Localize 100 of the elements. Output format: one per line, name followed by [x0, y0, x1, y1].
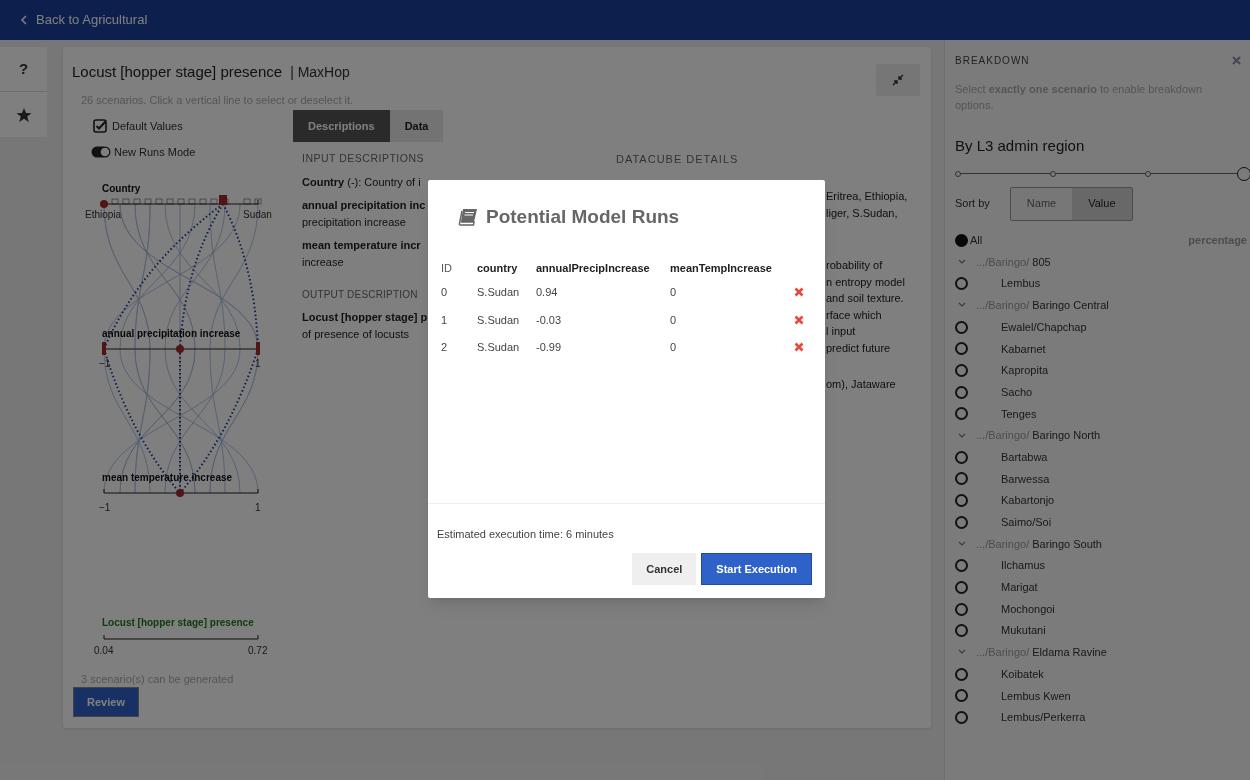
back-link[interactable]: Back to Agricultural [20, 10, 148, 30]
slider-stop[interactable] [955, 170, 961, 177]
radio-button[interactable] [955, 450, 968, 464]
help-button[interactable]: ? [0, 47, 47, 92]
radio-button[interactable] [955, 363, 968, 377]
book-icon [458, 208, 478, 227]
radio-button[interactable] [955, 624, 968, 638]
slider-stop[interactable] [1145, 170, 1151, 177]
table-cell-text: S.Sudan [477, 312, 521, 328]
description-text: robability of n entropy model and soil texture. rface which l input predict future [826, 258, 906, 356]
radio-button[interactable] [955, 342, 968, 356]
sort-label: Sort by [955, 196, 990, 212]
radio-button[interactable] [955, 407, 968, 421]
close-icon [794, 314, 804, 325]
column-header: annualPrecipIncrease [536, 261, 651, 277]
radio-button[interactable] [955, 494, 968, 508]
radio-button[interactable] [955, 710, 968, 724]
radio-button[interactable] [955, 472, 968, 486]
toggle-switch[interactable] [91, 146, 111, 159]
chevron-down-icon[interactable] [958, 302, 966, 309]
chevron-down-icon[interactable] [958, 649, 966, 656]
level-slider[interactable] [955, 166, 1250, 181]
checkbox-label: Default Values [112, 119, 183, 134]
description-text: Country (-): Country of i [302, 174, 421, 190]
item-label: Lembus/Perkerra [1001, 710, 1086, 726]
column-header: meanTempIncrease [670, 261, 773, 277]
chevron-left-icon [20, 15, 27, 25]
radio-button[interactable] [955, 233, 968, 247]
radio-button[interactable] [955, 515, 968, 529]
card-title: Locust [hopper stage] presence [72, 62, 283, 82]
chevron-down-icon[interactable] [958, 540, 966, 547]
remove-button[interactable] [794, 287, 804, 298]
description-text: Locust [hopper stage] p of presence of locusts [302, 310, 428, 342]
close-icon [1232, 56, 1241, 65]
table-cell-text: -0.99 [536, 340, 563, 355]
description-text: om), Jataware [826, 377, 897, 392]
axis-label: annual precipitation increase [102, 327, 241, 341]
table-cell-text: S.Sudan [477, 340, 521, 355]
cancel-button[interactable]: Cancel [632, 553, 697, 585]
item-label: Koibatek [1001, 666, 1044, 682]
axis-label: mean temperature increase [102, 471, 233, 485]
item-label: Bartabwa [1001, 449, 1048, 465]
item-label: Ilchamus [1001, 558, 1046, 574]
start-execution-button[interactable]: Start Execution [701, 553, 812, 585]
section-heading: INPUT DESCRIPTIONS [302, 151, 424, 166]
table-cell-text: 1 [441, 312, 449, 328]
axis-label: Locust [hopper stage] presence [102, 616, 254, 630]
slider-stop[interactable] [1237, 166, 1250, 181]
section-heading: DATACUBE DETAILS [616, 152, 739, 167]
item-label: Mochongoi [1001, 601, 1055, 617]
item-label: Barwessa [1001, 471, 1050, 487]
item-label: Kabartonjo [1001, 493, 1055, 509]
description-text: Eritrea, Ethiopia, liger, S.Sudan, [826, 189, 908, 221]
model-name: | MaxHop [290, 63, 350, 82]
favorites-button[interactable] [0, 92, 47, 137]
slider-stop[interactable] [1050, 170, 1056, 177]
item-label: Kabarnet [1001, 341, 1046, 357]
section-heading: OUTPUT DESCRIPTION [302, 288, 418, 303]
item-label: Lembus Kwen [1001, 688, 1071, 704]
radio-button[interactable] [955, 277, 968, 291]
table-cell-text: 0 [670, 340, 678, 355]
radio-button[interactable] [955, 320, 968, 334]
table-cell-text: S.Sudan [477, 285, 521, 300]
table-cell-text: 2 [441, 340, 449, 355]
description-text: mean temperature incr increase [302, 238, 421, 270]
level-title: By L3 admin region [955, 136, 1086, 156]
table-cell-text: -0.03 [536, 312, 563, 328]
item-label: All [970, 233, 983, 249]
review-button[interactable]: Review [73, 687, 139, 717]
axis-tick-label: Ethiopia [85, 208, 122, 222]
axis-tick-label: Sudan [243, 208, 272, 222]
remove-button[interactable] [794, 342, 804, 353]
panel-heading: BREAKDOWN [955, 54, 1030, 68]
radio-button[interactable] [955, 580, 968, 594]
chevron-down-icon[interactable] [958, 259, 966, 266]
item-label: Kapropita [1001, 363, 1049, 379]
item-label: Saimo/Soi [1001, 515, 1052, 531]
close-icon [794, 342, 804, 353]
chevron-down-icon[interactable] [958, 432, 966, 439]
axis-tick-label: 0.04 [94, 644, 114, 658]
radio-button[interactable] [955, 667, 968, 681]
star-icon [15, 106, 32, 123]
radio-button[interactable] [955, 689, 968, 703]
radio-button[interactable] [955, 385, 968, 399]
sort-option[interactable]: Value [1072, 187, 1132, 220]
axis-tick-label: 1 [255, 357, 261, 371]
item-label: Tenges [1001, 406, 1037, 422]
column-header: ID [441, 261, 453, 277]
tab[interactable]: Data [389, 110, 444, 142]
checkbox[interactable] [93, 119, 107, 134]
item-label: Lembus [1001, 276, 1041, 292]
remove-button[interactable] [794, 314, 804, 325]
radio-button[interactable] [955, 559, 968, 573]
estimate-text: Estimated execution time: 6 minutes [437, 526, 615, 542]
axis-tick-label: −1 [99, 357, 111, 371]
item-label: Marigat [1001, 580, 1038, 596]
sort-option[interactable]: Name [1010, 187, 1073, 220]
radio-button[interactable] [955, 602, 968, 616]
table-cell-text: 0 [670, 312, 678, 328]
tab[interactable]: Descriptions [293, 110, 390, 142]
